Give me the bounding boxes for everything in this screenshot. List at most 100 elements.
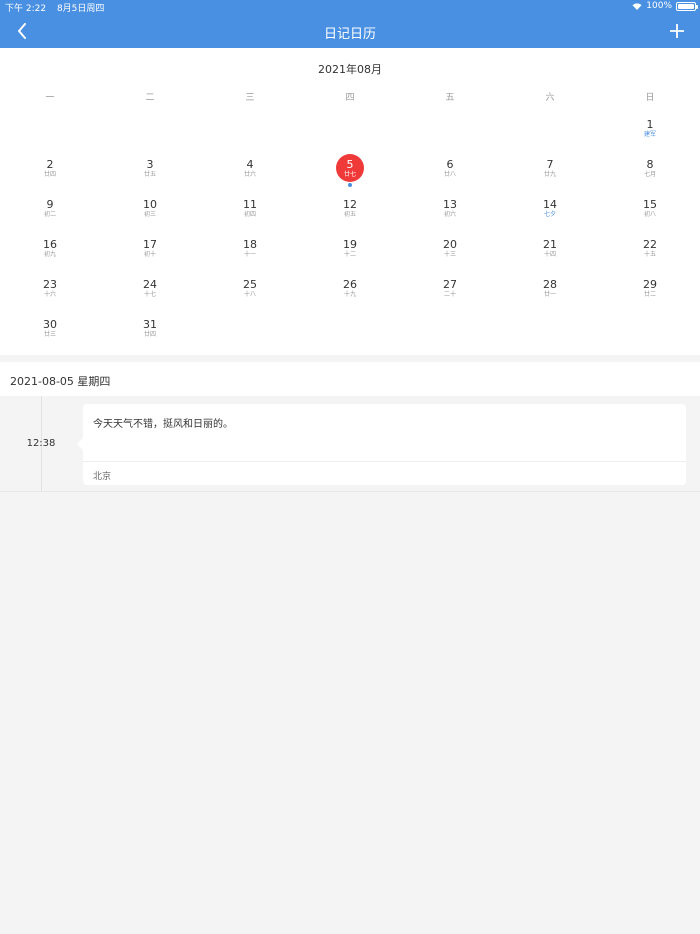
day-cell-31[interactable]: 31 廿四 — [100, 314, 200, 354]
day-number: 29 — [643, 278, 657, 291]
day-number: 3 — [146, 158, 154, 171]
selected-date-label: 2021-08-05 星期四 — [10, 375, 111, 388]
day-cell-19[interactable]: 19 十二 — [300, 234, 400, 274]
day-number: 7 — [546, 158, 554, 171]
day-cell-20[interactable]: 20 十三 — [400, 234, 500, 274]
lunar-date: 廿四 — [143, 331, 156, 338]
nav-bar: 日记日历 — [0, 14, 700, 48]
day-cell-22[interactable]: 22 十五 — [600, 234, 700, 274]
day-number: 25 — [243, 278, 257, 291]
day-cell-17[interactable]: 17 初十 — [100, 234, 200, 274]
week-row: 16 初九 17 初十 18 十一 19 十二 20 十三 21 十四 22 十五 — [0, 234, 700, 274]
lunar-date: 十三 — [443, 251, 456, 258]
day-cell-6[interactable]: 6 廿八 — [400, 154, 500, 194]
entry-card[interactable]: 今天天气不错，挺风和日丽的。 北京 — [77, 404, 686, 485]
day-number: 27 — [443, 278, 457, 291]
day-cell-4[interactable]: 4 廿六 — [200, 154, 300, 194]
day-cell-8[interactable]: 8 七月 — [600, 154, 700, 194]
day-cell-9[interactable]: 9 初二 — [0, 194, 100, 234]
calendar-grid: 1 建军 2 廿四 3 廿五 4 廿六 5 廿七 6 廿八 7 廿九 8 七月 9 初二 10 初三 11 初四 12 初五 1… — [0, 114, 700, 354]
day-number: 14 — [543, 198, 557, 211]
day-number: 22 — [643, 238, 657, 251]
day-cell-7[interactable]: 7 廿九 — [500, 154, 600, 194]
day-cell-16[interactable]: 16 初九 — [0, 234, 100, 274]
day-cell-26[interactable]: 26 十九 — [300, 274, 400, 314]
day-cell-15[interactable]: 15 初八 — [600, 194, 700, 234]
lunar-date: 十五 — [643, 251, 656, 258]
day-cell-1[interactable]: 1 建军 — [600, 114, 700, 154]
day-number: 12 — [343, 198, 357, 211]
lunar-date: 初六 — [443, 211, 456, 218]
battery-fill — [678, 3, 694, 9]
day-cell-23[interactable]: 23 十六 — [0, 274, 100, 314]
lunar-date: 七夕 — [543, 211, 556, 218]
lunar-date: 廿六 — [243, 171, 256, 178]
lunar-date: 建军 — [643, 131, 656, 138]
page-title: 日记日历 — [323, 27, 376, 42]
day-cell-29[interactable]: 29 廿二 — [600, 274, 700, 314]
day-cell-14[interactable]: 14 七夕 — [500, 194, 600, 234]
lunar-date: 初四 — [243, 211, 256, 218]
divider — [83, 461, 686, 462]
status-left: 下午 2:22 8月5日周四 — [5, 1, 112, 14]
empty-day-cell — [300, 314, 400, 354]
day-cell-3[interactable]: 3 廿五 — [100, 154, 200, 194]
lunar-date: 廿四 — [43, 171, 56, 178]
day-cell-2[interactable]: 2 廿四 — [0, 154, 100, 194]
lunar-date: 廿九 — [543, 171, 556, 178]
lunar-date: 廿一 — [543, 291, 556, 298]
lunar-date: 廿五 — [143, 171, 156, 178]
day-number: 21 — [543, 238, 557, 251]
day-cell-10[interactable]: 10 初三 — [100, 194, 200, 234]
day-cell-11[interactable]: 11 初四 — [200, 194, 300, 234]
lunar-date: 初八 — [643, 211, 656, 218]
empty-day-cell — [200, 314, 300, 354]
day-cell-21[interactable]: 21 十四 — [500, 234, 600, 274]
lunar-date: 七月 — [643, 171, 656, 178]
lunar-date: 初五 — [343, 211, 356, 218]
day-cell-24[interactable]: 24 十七 — [100, 274, 200, 314]
calendar: 2021年08月 一二三四五六日 1 建军 2 廿四 3 廿五 4 廿六 5 廿七 6 廿八 7 廿九 8 七… — [0, 48, 700, 355]
day-cell-25[interactable]: 25 十八 — [200, 274, 300, 314]
weekday-label: 六 — [545, 93, 555, 103]
plus-icon — [670, 24, 684, 38]
day-number: 24 — [143, 278, 157, 291]
empty-day-cell — [100, 114, 200, 154]
weekday-label: 二 — [145, 93, 155, 103]
day-number: 30 — [43, 318, 57, 331]
day-cell-30[interactable]: 30 廿三 — [0, 314, 100, 354]
empty-day-cell — [300, 114, 400, 154]
lunar-date: 初九 — [43, 251, 56, 258]
day-number: 18 — [243, 238, 257, 251]
battery-icon — [676, 1, 698, 11]
entry-text: 今天天气不错，挺风和日丽的。 — [93, 419, 233, 430]
day-cell-5[interactable]: 5 廿七 — [300, 154, 400, 194]
empty-day-cell — [400, 114, 500, 154]
week-row: 23 十六 24 十七 25 十八 26 十九 27 二十 28 廿一 29 廿二 — [0, 274, 700, 314]
entry-indicator-dot — [348, 183, 352, 187]
day-cell-13[interactable]: 13 初六 — [400, 194, 500, 234]
weekday-label: 三 — [245, 93, 255, 103]
lunar-date: 十七 — [143, 291, 156, 298]
day-number: 19 — [343, 238, 357, 251]
entry-time: 12:38 — [26, 438, 56, 449]
day-cell-28[interactable]: 28 廿一 — [500, 274, 600, 314]
entry-location: 北京 — [93, 472, 112, 482]
weekday-label: 五 — [445, 93, 455, 103]
empty-day-cell — [400, 314, 500, 354]
day-cell-12[interactable]: 12 初五 — [300, 194, 400, 234]
lunar-date: 廿二 — [643, 291, 656, 298]
add-button[interactable] — [666, 19, 688, 43]
weekday-label: 日 — [645, 93, 655, 103]
day-number: 5 — [346, 158, 354, 171]
lunar-date: 十八 — [243, 291, 256, 298]
diary-entry: 12:38 今天天气不错，挺风和日丽的。 北京 — [0, 396, 700, 492]
day-number: 31 — [143, 318, 157, 331]
status-right: 100% — [632, 1, 698, 11]
day-number: 13 — [443, 198, 457, 211]
day-number: 1 — [646, 118, 654, 131]
status-date: 8月5日周四 — [56, 4, 105, 14]
day-cell-18[interactable]: 18 十一 — [200, 234, 300, 274]
lunar-date: 十六 — [43, 291, 56, 298]
day-cell-27[interactable]: 27 二十 — [400, 274, 500, 314]
